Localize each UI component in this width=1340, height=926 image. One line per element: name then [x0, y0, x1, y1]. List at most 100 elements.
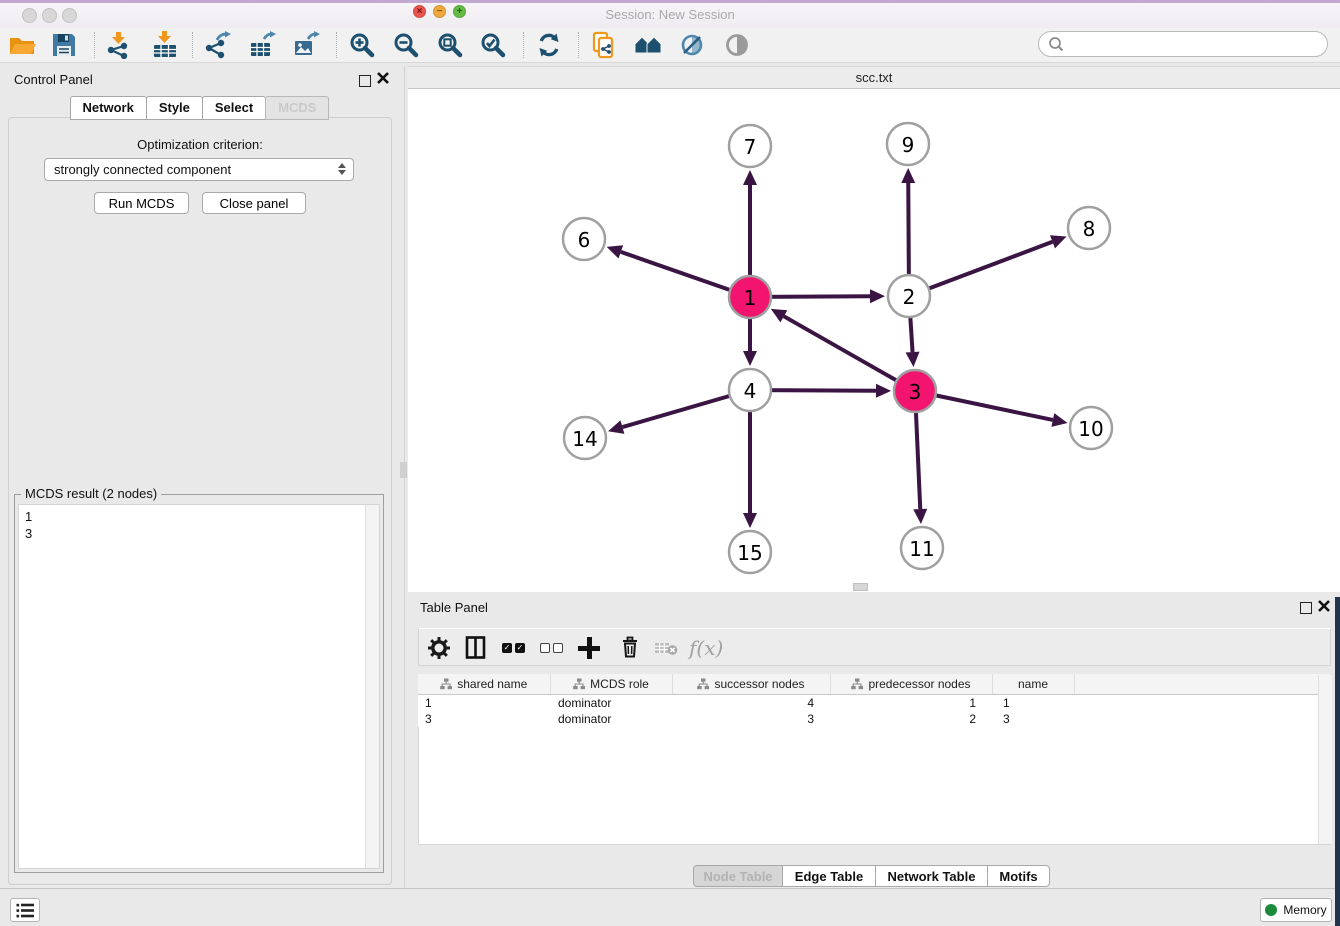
import-network-icon[interactable]: [105, 31, 133, 59]
tab-network-table[interactable]: Network Table: [875, 865, 988, 887]
export-image-icon[interactable]: [292, 31, 320, 59]
toolbar-separator: [578, 32, 579, 58]
export-table-icon[interactable]: [248, 31, 276, 59]
show-panels-button[interactable]: [10, 898, 40, 922]
memory-status-icon: [1265, 904, 1277, 916]
tab-select[interactable]: Select: [202, 96, 266, 120]
open-session-icon[interactable]: [8, 31, 36, 59]
mcds-result-fieldset: MCDS result (2 nodes) 1 3: [14, 494, 384, 873]
column-type-icon: [573, 678, 585, 690]
graph-node-label-10: 10: [1078, 417, 1103, 441]
show-columns-icon[interactable]: [462, 634, 490, 662]
toolbar-separator: [523, 32, 524, 58]
table-cell[interactable]: 3: [418, 711, 550, 727]
table-cell[interactable]: 4: [672, 695, 830, 712]
table-scrollbar[interactable]: [1318, 675, 1332, 844]
network-close-icon[interactable]: ×: [413, 5, 426, 18]
toolbar-separator: [94, 32, 95, 58]
edge-2-8[interactable]: [909, 242, 1053, 296]
control-panel-tabs: NetworkStyleSelectMCDS: [0, 96, 400, 120]
graph-node-label-4: 4: [744, 379, 757, 403]
table-panel-close-icon[interactable]: [1317, 599, 1331, 616]
network-title: scc.txt: [408, 70, 1340, 85]
save-session-icon[interactable]: [50, 31, 78, 59]
edge-arrowhead-3-10: [1051, 413, 1067, 427]
home-layout-icon[interactable]: [634, 31, 662, 59]
memory-button[interactable]: Memory: [1260, 898, 1332, 922]
graph-node-label-14: 14: [572, 427, 597, 451]
import-table-icon[interactable]: [151, 31, 179, 59]
network-minimize-icon[interactable]: −: [433, 5, 446, 18]
tab-style[interactable]: Style: [146, 96, 203, 120]
table-cell[interactable]: dominator: [550, 711, 672, 727]
table-cell[interactable]: dominator: [550, 695, 672, 712]
zoom-selected-icon[interactable]: [479, 31, 507, 59]
edge-arrowhead-2-9: [901, 168, 915, 183]
edge-arrowhead-2-8: [1050, 235, 1067, 248]
close-panel-button[interactable]: Close panel: [202, 192, 306, 214]
edge-arrowhead-4-15: [743, 513, 757, 528]
table-cell[interactable]: 2: [830, 711, 992, 727]
run-mcds-button[interactable]: Run MCDS: [94, 192, 189, 214]
graph-node-label-15: 15: [737, 541, 762, 565]
refresh-layout-icon[interactable]: [535, 31, 563, 59]
panel-splitter-grip[interactable]: [400, 462, 407, 478]
control-panel-close-icon[interactable]: [376, 71, 390, 88]
column-header-successor-nodes[interactable]: successor nodes: [672, 674, 830, 695]
table-cell[interactable]: 1: [830, 695, 992, 712]
graph-node-label-1: 1: [744, 286, 757, 310]
canvas-splitter-grip[interactable]: [853, 583, 868, 591]
table-cell[interactable]: 3: [672, 711, 830, 727]
column-header-name[interactable]: name: [992, 674, 1074, 695]
edge-arrowhead-4-14: [608, 420, 624, 433]
tab-motifs[interactable]: Motifs: [987, 865, 1050, 887]
select-all-columns-icon[interactable]: ✓✓: [501, 634, 529, 662]
table-toolbar: ✓✓ f(x): [418, 628, 1331, 666]
tab-node-table[interactable]: Node Table: [693, 865, 783, 887]
mcds-result-title: MCDS result (2 nodes): [21, 486, 161, 501]
criterion-select[interactable]: strongly connected component: [44, 158, 354, 181]
mcds-result-text: 1 3: [25, 508, 32, 542]
table-panel-float-icon[interactable]: [1300, 602, 1312, 614]
hide-style-icon[interactable]: [678, 31, 706, 59]
table-cell[interactable]: 1: [418, 695, 550, 712]
table-cell[interactable]: 3: [992, 711, 1074, 727]
network-zoom-icon[interactable]: +: [453, 5, 466, 18]
column-header-MCDS-role[interactable]: MCDS role: [550, 674, 672, 695]
unselect-all-columns-icon[interactable]: [539, 634, 567, 662]
export-network-icon[interactable]: [204, 31, 232, 59]
zoom-out-icon[interactable]: [392, 31, 420, 59]
column-type-icon: [697, 678, 709, 690]
search-input[interactable]: [1038, 31, 1328, 57]
tab-edge-table[interactable]: Edge Table: [782, 865, 876, 887]
criterion-value: strongly connected component: [54, 162, 231, 177]
zoom-in-icon[interactable]: [348, 31, 376, 59]
table-row: 3dominator323: [418, 711, 1331, 727]
tab-mcds[interactable]: MCDS: [265, 96, 329, 120]
control-panel-float-icon[interactable]: [359, 75, 371, 87]
status-bar: Memory: [0, 888, 1340, 926]
mcds-result-area[interactable]: 1 3: [18, 504, 380, 869]
clone-network-icon[interactable]: [590, 31, 618, 59]
edge-arrowhead-4-3: [876, 384, 891, 398]
mcds-result-scrollbar[interactable]: [365, 505, 379, 868]
column-header-predecessor-nodes[interactable]: predecessor nodes: [830, 674, 992, 695]
table-cell[interactable]: 1: [992, 695, 1074, 712]
network-graph: 7968124314101511: [408, 89, 1340, 592]
delete-table-icon-disabled: [653, 634, 681, 662]
search-icon: [1047, 35, 1065, 53]
network-canvas[interactable]: 7968124314101511: [408, 89, 1340, 592]
column-type-icon: [851, 678, 863, 690]
create-column-icon[interactable]: [578, 634, 606, 662]
graph-node-label-2: 2: [903, 285, 916, 309]
delete-column-icon[interactable]: [616, 634, 644, 662]
optimization-criterion-label: Optimization criterion:: [0, 137, 400, 152]
edge-3-1[interactable]: [784, 316, 915, 391]
edge-arrowhead-3-11: [913, 509, 927, 524]
zoom-fit-icon[interactable]: [436, 31, 464, 59]
show-graphics-details-icon[interactable]: [723, 31, 751, 59]
column-header-shared-name[interactable]: shared name: [418, 674, 550, 695]
table-settings-gear-icon[interactable]: [425, 634, 453, 662]
tab-network[interactable]: Network: [70, 96, 147, 120]
graph-node-label-3: 3: [909, 380, 922, 404]
